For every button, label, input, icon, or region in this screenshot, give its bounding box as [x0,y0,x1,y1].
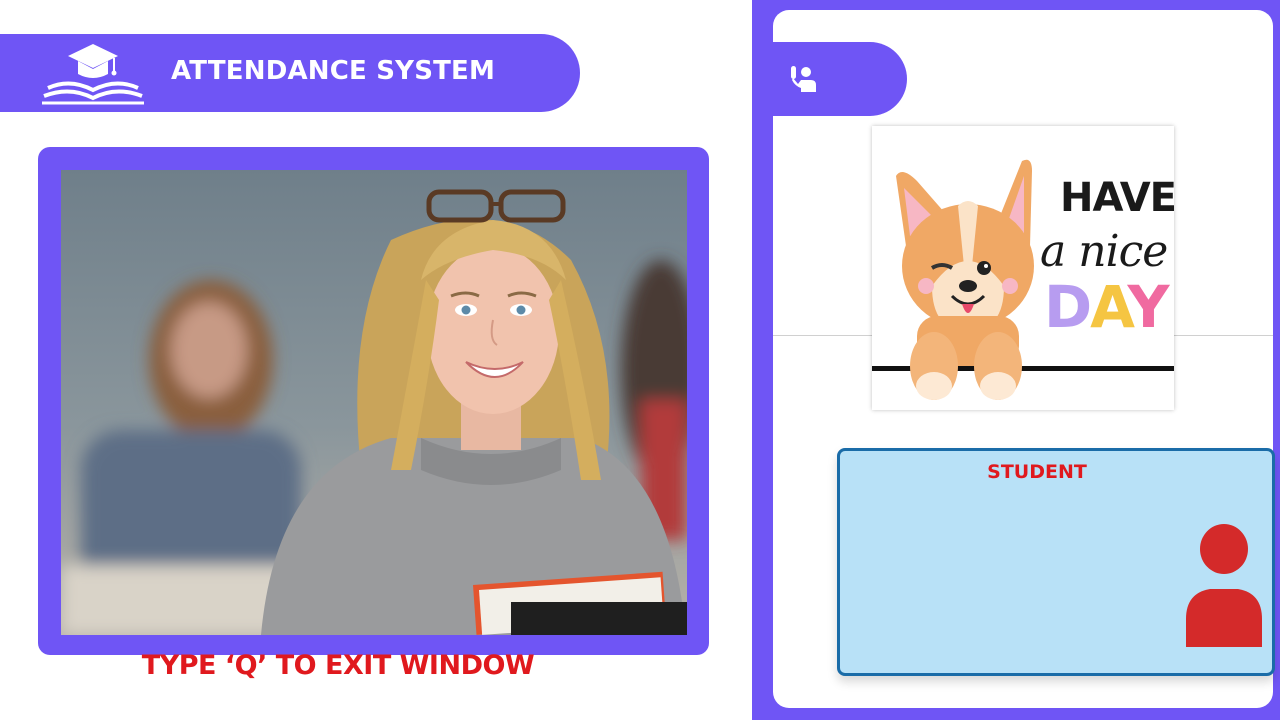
greeting-line-2: a nice [1040,226,1168,277]
greeting-line-1: HAVE [1060,175,1174,221]
student-card: STUDENT [837,448,1275,676]
person-silhouette-icon [1186,524,1262,647]
panel-tab[interactable] [773,42,907,116]
day-letter-y: Y [1127,273,1170,341]
camera-image [61,170,687,635]
camera-frame [38,147,709,655]
raised-hand-person-icon [791,66,816,92]
exit-instruction: TYPE ‘Q’ TO EXIT WINDOW [141,650,535,681]
app-header: ATTENDANCE SYSTEM [0,34,580,112]
day-letter-a: A [1090,273,1129,341]
app-title: ATTENDANCE SYSTEM [171,56,496,86]
day-letter-d: D [1044,273,1092,341]
camera-feed [61,170,687,635]
greeting-line-3: DAY [1044,278,1170,336]
student-label: STUDENT [987,461,1087,483]
graduation-cap-book-icon [42,44,144,105]
greeting-image: HAVE a nice DAY [872,126,1174,410]
